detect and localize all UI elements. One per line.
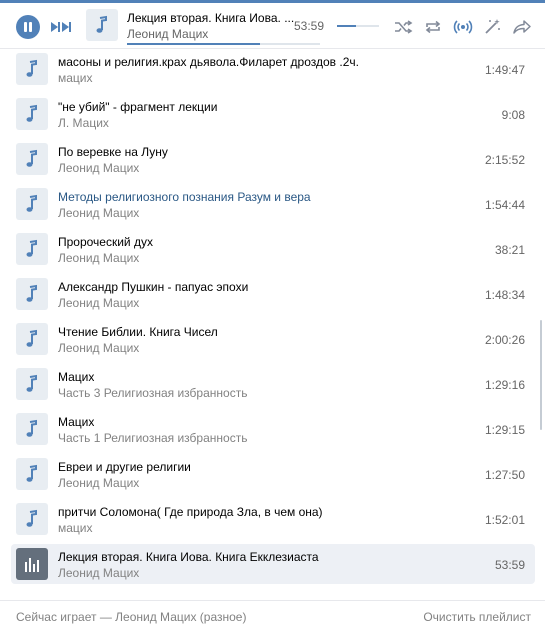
track-duration: 9:08 <box>501 108 525 122</box>
track-duration: 1:54:44 <box>484 198 525 212</box>
pause-icon <box>24 22 27 32</box>
music-note-icon[interactable] <box>16 143 48 175</box>
clear-playlist-button[interactable]: Очистить плейлист <box>423 610 531 624</box>
track-row[interactable]: Пророческий дух Леонид Мацих 38:21 <box>11 229 535 269</box>
music-note-icon[interactable] <box>16 233 48 265</box>
track-row[interactable]: Чтение Библии. Книга Чисел Леонид Мацих 2:… <box>11 319 535 359</box>
track-artist[interactable]: Часть 3 Религиозная избранность <box>58 386 247 400</box>
track-title[interactable]: Пророческий дух <box>58 235 153 249</box>
music-note-icon[interactable] <box>16 323 48 355</box>
repeat-icon <box>425 20 441 34</box>
pause-icon-bar <box>29 22 32 32</box>
track-artist[interactable]: Леонид Мацих <box>58 296 139 310</box>
track-artist[interactable]: Л. Мацих <box>58 116 109 130</box>
progress-bar[interactable] <box>127 43 320 45</box>
music-note-icon[interactable] <box>16 188 48 220</box>
music-note-icon[interactable] <box>16 53 48 85</box>
track-row[interactable]: Евреи и другие религии Леонид Мацих 1:27:5… <box>11 454 535 494</box>
share-icon <box>513 20 531 34</box>
broadcast-icon <box>453 20 473 34</box>
recommendations-button[interactable] <box>482 18 502 36</box>
track-artist[interactable]: Леонид Мацих <box>58 206 139 220</box>
playlist-footer: Сейчас играет — Леонид Мацих (разное) Оч… <box>0 600 545 629</box>
now-playing-title[interactable]: Лекция вторая. Книга Иова. ... <box>127 11 294 25</box>
track-duration: 53:59 <box>494 558 525 572</box>
track-title[interactable]: Александр Пушкин - папуас эпохи <box>58 280 248 294</box>
track-title[interactable]: Методы религиозного познания Разум и вер… <box>58 190 311 204</box>
track-title[interactable]: Мацих <box>58 370 94 384</box>
track-title[interactable]: притчи Соломона( Где природа Зла, в чем … <box>58 505 323 519</box>
track-duration: 2:15:52 <box>484 153 525 167</box>
track-row[interactable]: Александр Пушкин - папуас эпохи Леонид Ма… <box>11 274 535 314</box>
track-artist[interactable]: Леонид Мацих <box>58 566 139 580</box>
track-row[interactable]: Мацих Часть 3 Религиозная избранность 1:29… <box>11 364 535 404</box>
music-note-icon <box>96 15 107 33</box>
share-button[interactable] <box>512 18 532 36</box>
track-artist[interactable]: Леонид Мацих <box>58 251 139 265</box>
track-row[interactable]: "не убий" - фрагмент лекции Л. Мацих 9:08 <box>11 94 535 134</box>
track-duration: 2:00:26 <box>484 333 525 347</box>
track-artist[interactable]: мацих <box>58 71 93 85</box>
now-playing-artist[interactable]: Леонид Мацих <box>127 27 208 41</box>
next-track-button[interactable] <box>49 20 73 34</box>
volume-fill <box>337 25 356 27</box>
music-note-icon[interactable] <box>16 458 48 490</box>
track-row[interactable]: По веревке на Луну Леонид Мацих 2:15:52 <box>11 139 535 179</box>
track-row[interactable]: притчи Соломона( Где природа Зла, в чем … <box>11 499 535 539</box>
track-duration: 1:29:15 <box>484 423 525 437</box>
track-row[interactable]: масоны и религия.крах дьявола.Филарет др… <box>11 49 535 89</box>
track-title[interactable]: Мацих <box>58 415 94 429</box>
now-playing-source[interactable]: Сейчас играет — Леонид Мацих (разное) <box>16 610 246 624</box>
track-duration: 1:27:50 <box>484 468 525 482</box>
music-note-icon[interactable] <box>16 98 48 130</box>
current-track-cover <box>86 9 118 41</box>
player-bar: Лекция вторая. Книга Иова. ... Леонид Ма… <box>0 3 545 49</box>
track-title[interactable]: Чтение Библии. Книга Чисел <box>58 325 218 339</box>
next-icon <box>51 22 71 32</box>
recommendations-icon <box>485 19 500 34</box>
equalizer-icon[interactable] <box>16 548 48 580</box>
now-playing-time: 53:59 <box>294 19 325 33</box>
track-title[interactable]: По веревке на Луну <box>58 145 168 159</box>
track-row[interactable]: Лекция вторая. Книга Иова. Книга Екклези… <box>11 544 535 584</box>
shuffle-button[interactable] <box>393 18 413 36</box>
repeat-button[interactable] <box>423 18 443 36</box>
track-artist[interactable]: Часть 1 Религиозная избранность <box>58 431 247 445</box>
track-duration: 1:29:16 <box>484 378 525 392</box>
track-artist[interactable]: Леонид Мацих <box>58 161 139 175</box>
track-title[interactable]: Евреи и другие религии <box>58 460 191 474</box>
shuffle-icon <box>395 20 413 34</box>
track-title[interactable]: Лекция вторая. Книга Иова. Книга Екклези… <box>58 550 319 564</box>
music-note-icon[interactable] <box>16 368 48 400</box>
track-artist[interactable]: Леонид Мацих <box>58 341 139 355</box>
track-duration: 1:49:47 <box>484 63 525 77</box>
track-row[interactable]: Мацих Часть 1 Религиозная избранность 1:29… <box>11 409 535 449</box>
broadcast-button[interactable] <box>453 18 473 36</box>
music-note-icon[interactable] <box>16 503 48 535</box>
track-artist[interactable]: Леонид Мацих <box>58 476 139 490</box>
scrollbar[interactable] <box>540 320 542 430</box>
track-duration: 1:52:01 <box>484 513 525 527</box>
track-title[interactable]: масоны и религия.крах дьявола.Филарет др… <box>58 55 359 69</box>
track-duration: 1:48:34 <box>484 288 525 302</box>
track-duration: 38:21 <box>494 243 525 257</box>
progress-fill <box>127 43 261 45</box>
music-note-icon[interactable] <box>16 278 48 310</box>
music-note-icon[interactable] <box>16 413 48 445</box>
track-title[interactable]: "не убий" - фрагмент лекции <box>58 100 217 114</box>
volume-slider[interactable] <box>337 25 379 27</box>
track-row[interactable]: Методы религиозного познания Разум и вер… <box>11 184 535 224</box>
track-artist[interactable]: мацих <box>58 521 93 535</box>
playlist: масоны и религия.крах дьявола.Филарет др… <box>0 48 545 600</box>
pause-button[interactable] <box>16 15 40 39</box>
